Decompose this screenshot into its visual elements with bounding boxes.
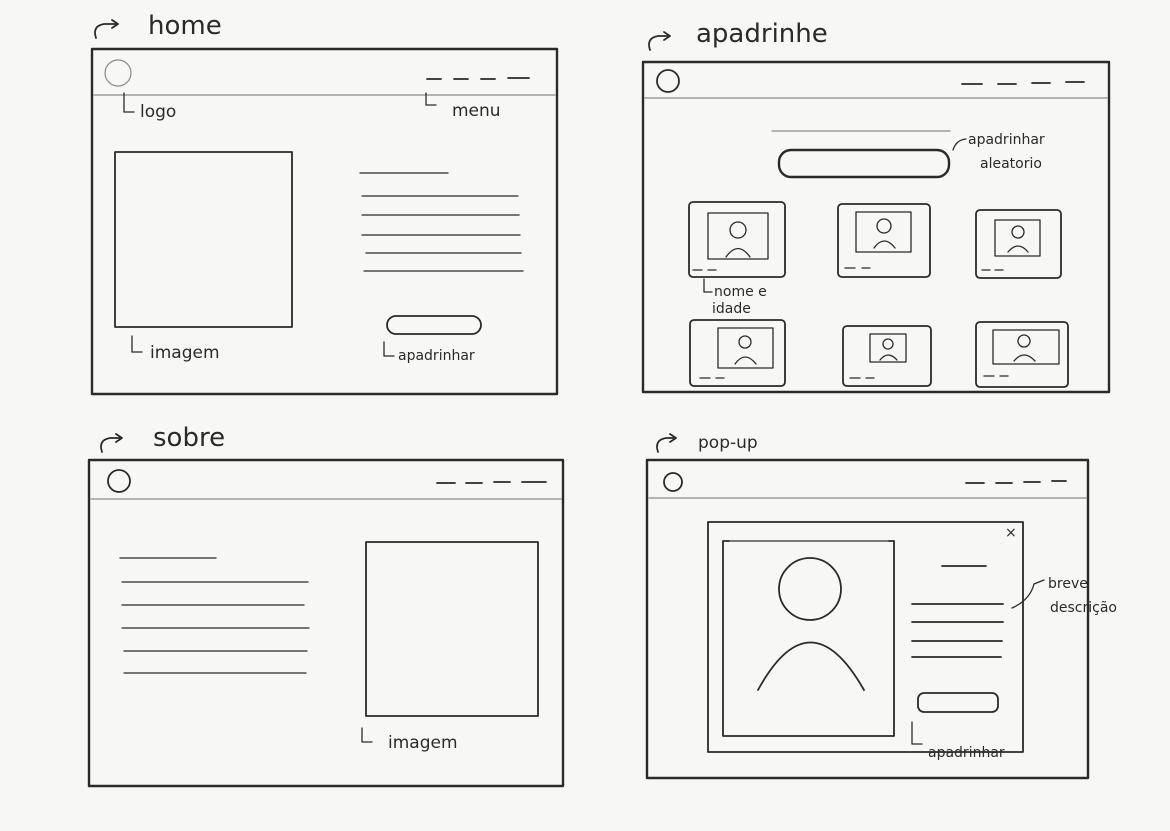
modal-dialog: [707, 521, 1024, 753]
annotation-image: imagem: [150, 343, 220, 363]
person-icon: [1017, 334, 1031, 348]
annotation-desc-line2: descrição: [1050, 600, 1117, 616]
browser-window: [87, 458, 565, 788]
profile-card[interactable]: [689, 319, 786, 387]
person-icon: [873, 240, 896, 249]
annotation-cta: apadrinhar: [928, 745, 1005, 761]
image-placeholder: [114, 151, 293, 328]
title-arrow-icon: [648, 35, 669, 51]
person-icon: [876, 218, 892, 234]
title-arrow-icon: [94, 23, 117, 39]
browser-window: [641, 60, 1111, 394]
annotation-arrow-icon: [383, 341, 395, 357]
text-block: [359, 172, 524, 272]
profile-card[interactable]: [975, 321, 1069, 388]
annotation-arrow-icon: [361, 727, 373, 743]
person-icon: [738, 335, 752, 349]
annotation-random-line2: aleatorio: [980, 156, 1042, 172]
description-text: [911, 565, 1004, 658]
menu-placeholder[interactable]: [965, 480, 1067, 484]
frame-title-sobre: sobre: [153, 423, 225, 453]
frame-title-apadrinhe: apadrinhe: [696, 19, 828, 49]
frame-apadrinhe: apadrinhe apadrinhar aleatorio nome e id…: [641, 19, 1111, 394]
browser-window: [645, 458, 1090, 780]
menu-placeholder[interactable]: [426, 77, 530, 80]
person-icon: [879, 354, 898, 361]
annotation-card-line1: nome e: [714, 284, 767, 300]
title-arrow-icon: [100, 437, 121, 453]
person-icon: [882, 338, 894, 350]
profile-card[interactable]: [837, 203, 931, 278]
annotation-arrow-icon: [952, 138, 967, 151]
person-icon: [734, 356, 757, 365]
annotation-arrow-icon: [1011, 579, 1045, 609]
menu-placeholder[interactable]: [961, 81, 1085, 85]
text-block: [119, 557, 310, 674]
annotation-cta: apadrinhar: [398, 348, 475, 364]
person-icon: [778, 557, 842, 621]
frame-title-home: home: [148, 11, 222, 41]
profile-card[interactable]: [975, 209, 1062, 279]
profile-photo-placeholder: [722, 540, 895, 737]
person-icon: [729, 221, 747, 239]
close-icon[interactable]: ×: [1005, 525, 1017, 541]
sponsor-button[interactable]: [386, 315, 482, 335]
annotation-arrow-icon: [703, 278, 713, 293]
frame-sobre: sobre imagem: [87, 423, 565, 788]
person-icon: [725, 247, 751, 258]
annotation-arrow-icon: [123, 92, 135, 113]
annotation-arrow-icon: [131, 335, 143, 353]
random-sponsor-button[interactable]: [777, 148, 951, 179]
frame-home: home logo menu imagem apadrinhar: [90, 11, 559, 396]
sketch-sheet: home logo menu imagem apadrinhar apadrin…: [87, 11, 1117, 788]
person-icon: [1013, 354, 1036, 362]
logo-placeholder[interactable]: [107, 469, 131, 493]
person-icon: [757, 641, 865, 691]
logo-placeholder[interactable]: [104, 59, 132, 87]
annotation-logo: logo: [140, 102, 176, 122]
annotation-card-line2: idade: [712, 301, 751, 317]
image-placeholder: [365, 541, 539, 717]
frame-popup: pop-up × breve descrição apadrinhar: [645, 433, 1117, 780]
annotation-image: imagem: [388, 733, 458, 753]
sponsor-button[interactable]: [917, 692, 999, 713]
logo-placeholder[interactable]: [663, 472, 683, 492]
annotation-arrow-icon: [911, 721, 923, 745]
person-icon: [1011, 225, 1025, 239]
profile-card[interactable]: [688, 201, 786, 278]
logo-placeholder[interactable]: [656, 69, 680, 93]
profile-card[interactable]: [842, 325, 932, 387]
annotation-random-line1: apadrinhar: [968, 132, 1045, 148]
annotation-menu: menu: [452, 101, 501, 121]
menu-placeholder[interactable]: [436, 481, 547, 484]
person-icon: [1007, 245, 1029, 253]
frame-title-popup: pop-up: [698, 433, 758, 453]
annotation-desc-line1: breve: [1048, 576, 1088, 592]
